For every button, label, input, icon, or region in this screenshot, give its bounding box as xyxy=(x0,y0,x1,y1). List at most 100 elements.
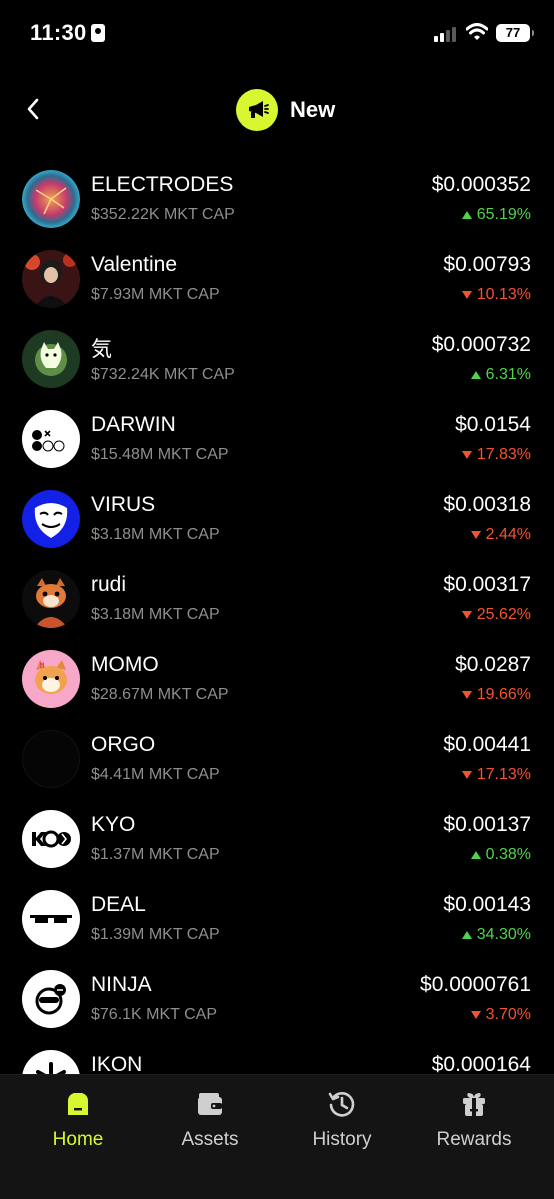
token-change: 19.66% xyxy=(461,686,531,704)
nav-assets[interactable]: Assets xyxy=(150,1089,270,1151)
token-market-cap: $4.41M MKT CAP xyxy=(91,766,220,783)
wallet-icon xyxy=(195,1089,225,1119)
token-change-value: 17.13% xyxy=(476,766,531,783)
arrow-down-icon xyxy=(461,291,472,299)
token-market-cap: $7.93M MKT CAP xyxy=(91,286,220,303)
token-market-cap: $28.67M MKT CAP xyxy=(91,686,229,703)
nav-home[interactable]: Home xyxy=(18,1089,138,1151)
chevron-left-icon[interactable] xyxy=(22,96,46,122)
token-name: 気 xyxy=(91,338,112,361)
token-change: 3.70% xyxy=(470,1006,531,1024)
arrow-down-icon xyxy=(461,611,472,619)
token-change: 0.38% xyxy=(470,846,531,864)
token-name: rudi xyxy=(91,573,127,596)
arrow-up-icon xyxy=(461,211,472,219)
token-row[interactable]: rudi $3.18M MKT CAP $0.00317 25.62% xyxy=(0,560,554,640)
token-row[interactable]: Valentine $7.93M MKT CAP $0.00793 10.13% xyxy=(0,240,554,320)
token-change-value: 17.83% xyxy=(476,446,531,463)
token-market-cap: $3.18M MKT CAP xyxy=(91,526,220,543)
arrow-down-icon xyxy=(470,531,481,539)
token-row[interactable]: DARWIN $15.48M MKT CAP $0.0154 17.83% xyxy=(0,400,554,480)
token-row[interactable]: MOMO $28.67M MKT CAP $0.0287 19.66% xyxy=(0,640,554,720)
home-icon xyxy=(63,1089,93,1119)
token-change-value: 10.13% xyxy=(476,286,531,303)
token-market-cap: $1.39M MKT CAP xyxy=(91,926,220,943)
token-row[interactable]: DEAL $1.39M MKT CAP $0.00143 34.30% xyxy=(0,880,554,960)
token-row[interactable]: 気 $732.24K MKT CAP $0.000732 6.31% xyxy=(0,320,554,400)
arrow-down-icon xyxy=(461,771,472,779)
nav-history-label: History xyxy=(312,1129,372,1150)
arrow-down-icon xyxy=(470,1011,481,1019)
ninja-avatar xyxy=(22,970,80,1028)
token-name: ORGO xyxy=(91,733,156,756)
token-price: $0.00137 xyxy=(443,813,531,836)
token-change-value: 6.31% xyxy=(485,366,531,383)
token-market-cap: $15.48M MKT CAP xyxy=(91,446,229,463)
arrow-up-icon xyxy=(470,371,481,379)
wifi-icon xyxy=(466,23,488,40)
token-change-value: 34.30% xyxy=(476,926,531,943)
darwin-avatar xyxy=(22,410,80,468)
token-market-cap: $3.18M MKT CAP xyxy=(91,606,220,623)
token-change-value: 3.70% xyxy=(485,1006,531,1023)
token-name: DEAL xyxy=(91,893,146,916)
token-list: ELECTRODES $352.22K MKT CAP $0.000352 65… xyxy=(0,160,554,1120)
token-change-value: 2.44% xyxy=(485,526,531,543)
token-price: $0.00441 xyxy=(443,733,531,756)
token-change-value: 65.19% xyxy=(476,206,531,223)
nav-history[interactable]: History xyxy=(282,1089,402,1151)
token-change: 34.30% xyxy=(461,926,531,944)
nav-rewards[interactable]: Rewards xyxy=(414,1089,534,1151)
token-row[interactable]: ELECTRODES $352.22K MKT CAP $0.000352 65… xyxy=(0,160,554,240)
token-change: 2.44% xyxy=(470,526,531,544)
token-price: $0.00143 xyxy=(443,893,531,916)
token-price: $0.00317 xyxy=(443,573,531,596)
token-price: $0.00318 xyxy=(443,493,531,516)
battery-indicator: 77 xyxy=(496,24,534,42)
nav-assets-label: Assets xyxy=(181,1129,239,1150)
token-price: $0.0287 xyxy=(455,653,531,676)
contact-card-icon xyxy=(91,24,105,42)
token-name: DARWIN xyxy=(91,413,176,436)
token-name: VIRUS xyxy=(91,493,156,516)
history-icon xyxy=(327,1089,357,1119)
gift-icon xyxy=(459,1089,489,1119)
status-time: 11:30 xyxy=(30,20,87,45)
kyo-avatar xyxy=(22,810,80,868)
token-market-cap: $76.1K MKT CAP xyxy=(91,1006,217,1023)
token-row[interactable]: ORGO $4.41M MKT CAP $0.00441 17.13% xyxy=(0,720,554,800)
electrodes-avatar xyxy=(22,170,80,228)
token-change: 6.31% xyxy=(470,366,531,384)
token-name: MOMO xyxy=(91,653,159,676)
page-title-group: New xyxy=(236,89,335,131)
token-change: 65.19% xyxy=(461,206,531,224)
token-row[interactable]: VIRUS $3.18M MKT CAP $0.00318 2.44% xyxy=(0,480,554,560)
token-name: KYO xyxy=(91,813,136,836)
token-change: 17.13% xyxy=(461,766,531,784)
deal-avatar xyxy=(22,890,80,948)
token-price: $0.000352 xyxy=(431,173,531,196)
orgo-avatar xyxy=(22,730,80,788)
nav-home-label: Home xyxy=(52,1129,104,1150)
token-change-value: 0.38% xyxy=(485,846,531,863)
arrow-up-icon xyxy=(470,851,481,859)
token-price: $0.000732 xyxy=(431,333,531,356)
token-row[interactable]: KYO $1.37M MKT CAP $0.00137 0.38% xyxy=(0,800,554,880)
token-row[interactable]: NINJA $76.1K MKT CAP $0.0000761 3.70% xyxy=(0,960,554,1040)
arrow-up-icon xyxy=(461,931,472,939)
momo-avatar xyxy=(22,650,80,708)
token-name: NINJA xyxy=(91,973,152,996)
token-change-value: 19.66% xyxy=(476,686,531,703)
bottom-nav: Home Assets History Rewards xyxy=(0,1074,554,1199)
virus-avatar xyxy=(22,490,80,548)
header: New xyxy=(0,80,554,140)
token-change: 10.13% xyxy=(461,286,531,304)
token-market-cap: $732.24K MKT CAP xyxy=(91,366,235,383)
token-market-cap: $1.37M MKT CAP xyxy=(91,846,220,863)
token-price: $0.0000761 xyxy=(420,973,531,996)
token-change-value: 25.62% xyxy=(476,606,531,623)
valentine-avatar xyxy=(22,250,80,308)
ki-avatar xyxy=(22,330,80,388)
token-market-cap: $352.22K MKT CAP xyxy=(91,206,235,223)
token-name: Valentine xyxy=(91,253,178,276)
